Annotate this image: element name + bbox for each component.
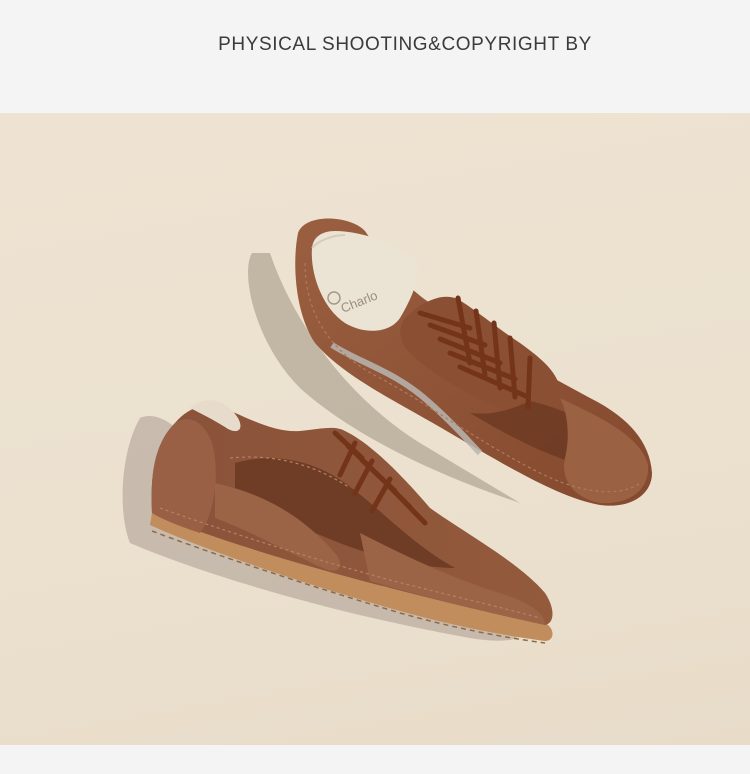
copyright-caption: PHYSICAL SHOOTING&COPYRIGHT BY bbox=[218, 34, 592, 55]
product-photo: Charlo bbox=[0, 113, 750, 745]
footer-band bbox=[0, 745, 750, 774]
sneakers-illustration: Charlo bbox=[122, 218, 652, 644]
product-image-page: PHYSICAL SHOOTING&COPYRIGHT BY Charlo bbox=[0, 0, 750, 774]
header-band: PHYSICAL SHOOTING&COPYRIGHT BY bbox=[0, 0, 750, 113]
